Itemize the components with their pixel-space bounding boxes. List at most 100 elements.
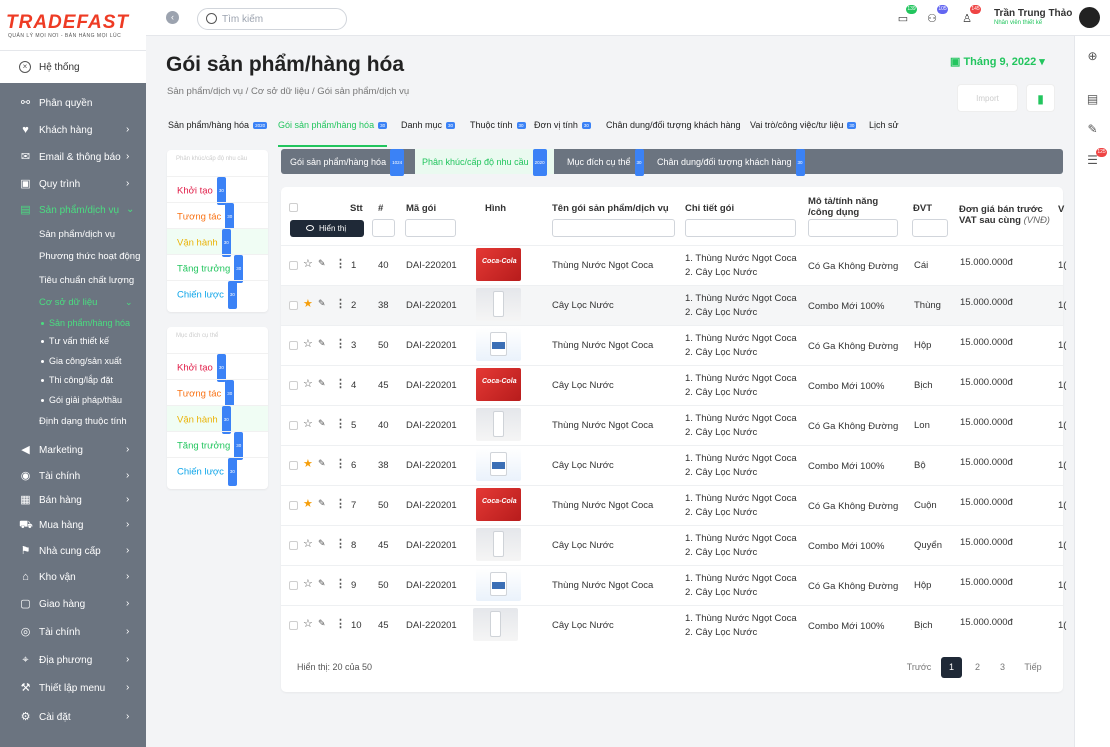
star-icon[interactable]: ☆ [303,537,313,550]
subtab-3[interactable]: Mục đích cụ thể 30 [567,149,644,176]
filter-detail[interactable] [685,219,796,237]
sidebar-item-warehouse[interactable]: ⌂ Kho vận › [0,568,146,588]
back-button[interactable]: ‹ [166,11,179,24]
import-button[interactable]: Import [957,84,1018,112]
sidebar-subitem-operations[interactable]: Phương thức hoạt động [39,251,140,262]
filter-num[interactable] [372,219,395,237]
prev-page-button[interactable]: Trước [903,657,935,678]
star-icon[interactable]: ☆ [303,377,313,390]
more-vertical-icon[interactable]: ⋮ [335,257,346,270]
tab-3[interactable]: Danh mục 30 [401,120,456,130]
panel-item-5[interactable]: Chiến lược 30 [167,280,268,309]
logo[interactable]: TRADEFAST QUẢN LÝ MỌI NƠI - BÁN HÀNG MỌI… [0,0,146,50]
filter-desc[interactable] [808,219,898,237]
show-columns-button[interactable]: Hiển thị [290,220,364,237]
filter-code[interactable] [405,219,456,237]
table-row[interactable] [281,405,1063,445]
edit-icon[interactable]: ✎ [318,498,326,509]
sidebar-db-item-installation[interactable]: Thi công/lắp đặt [41,375,113,385]
chat-icon[interactable]: ▭ [896,13,910,25]
tab-6[interactable]: Chân dung/đối tượng khách hàng [606,120,741,130]
panel-item-3[interactable]: Vận hành 30 [167,405,268,434]
group-icon[interactable]: ⚇ [925,13,939,25]
sidebar-item-cart[interactable]: ⛟ Mua hàng › [0,516,146,536]
select-all-checkbox[interactable] [289,203,298,212]
avatar[interactable] [1079,7,1100,28]
sidebar-item-process[interactable]: ▣ Quy trình › [0,175,146,195]
row-checkbox[interactable] [289,541,298,550]
edit-icon[interactable]: ✎ [318,418,326,429]
tab-5[interactable]: Đơn vị tính 30 [534,120,591,130]
edit-icon[interactable]: ✎ [318,298,326,309]
star-icon[interactable]: ☆ [303,617,313,630]
edit-document-icon[interactable]: ✎ [1086,123,1099,136]
sidebar-item-mail[interactable]: ✉ Email & thông báo › [0,148,146,168]
more-vertical-icon[interactable]: ⋮ [335,577,346,590]
sidebar-item-settings[interactable]: ⚙ Cài đặt › [0,708,146,728]
sidebar-db-item-manufacturing[interactable]: Gia công/sản xuất [41,356,122,366]
row-checkbox[interactable] [289,421,298,430]
more-vertical-icon[interactable]: ⋮ [335,297,346,310]
filter-unit[interactable] [912,219,948,237]
edit-icon[interactable]: ✎ [318,458,326,469]
more-vertical-icon[interactable]: ⋮ [335,497,346,510]
panel-item-5[interactable]: Chiến lược 30 [167,457,268,486]
row-checkbox[interactable] [289,621,298,630]
row-checkbox[interactable] [289,501,298,510]
sidebar-db-item-design[interactable]: Tư vấn thiết kế [41,336,109,346]
page-1-button[interactable]: 1 [941,657,962,678]
add-circle-icon[interactable]: ⊕ [1086,50,1099,63]
edit-icon[interactable]: ✎ [318,538,326,549]
table-row[interactable] [281,525,1063,565]
star-icon[interactable]: ☆ [303,257,313,270]
page-3-button[interactable]: 3 [992,657,1013,678]
sidebar-subitem-products[interactable]: Sản phẩm/dịch vụ [39,229,115,240]
sidebar-item-system[interactable]: × Hệ thống [0,50,146,83]
tab-7[interactable]: Vai trò/công việc/tư liệu 30 [750,120,857,130]
edit-icon[interactable]: ✎ [318,378,326,389]
page-2-button[interactable]: 2 [967,657,988,678]
panel-item-1[interactable]: Khởi tạo 30 [167,176,268,205]
table-row[interactable] [281,605,1063,645]
panel-item-4[interactable]: Tăng trưởng 30 [167,431,268,460]
sidebar-item-supplier[interactable]: ⚑ Nhà cung cấp › [0,542,146,562]
star-icon[interactable]: ☆ [303,337,313,350]
panel-item-1[interactable]: Khởi tạo 30 [167,353,268,382]
sidebar-db-item-products[interactable]: Sản phẩm/hàng hóa [41,318,130,328]
star-icon[interactable]: ☆ [303,577,313,590]
row-checkbox[interactable] [289,341,298,350]
panel-item-4[interactable]: Tăng trưởng 30 [167,254,268,283]
sidebar-item-wrench[interactable]: ⚒ Thiết lập menu › [0,679,146,699]
tab-1[interactable]: Sản phẩm/hàng hóa 2020 [168,120,268,130]
edit-icon[interactable]: ✎ [318,338,326,349]
sidebar-db-item-solutions[interactable]: Gói giải pháp/thầu [41,395,122,405]
breadcrumb[interactable]: Sản phẩm/dịch vụ / Cơ sở dữ liệu / Gói s… [167,86,409,97]
sidebar-item-megaphone[interactable]: ◀ Marketing › [0,441,146,461]
month-selector[interactable]: ▣ Tháng 9, 2022 ▾ [950,55,1045,68]
tab-4[interactable]: Thuộc tính 30 [470,120,526,130]
sidebar-item-product[interactable]: ▤ Sản phẩm/dịch vụ ⌄ [0,201,146,221]
sidebar-subitem-attribute-format[interactable]: Định dạng thuộc tính [39,416,127,427]
subtab-1[interactable]: Gói sản phẩm/hàng hóa 1024 [290,149,405,176]
table-row[interactable] [281,325,1063,365]
sidebar-item-money[interactable]: ◎ Tài chính › [0,623,146,643]
table-row[interactable] [281,285,1063,325]
row-checkbox[interactable] [289,261,298,270]
document-icon[interactable]: ▤ [1086,93,1099,106]
table-row[interactable] [281,445,1063,485]
sidebar-item-permission[interactable]: ⚯ Phân quyền [0,94,146,114]
star-icon[interactable]: ★ [303,497,313,510]
more-vertical-icon[interactable]: ⋮ [335,537,346,550]
tab-2[interactable]: Gói sản phẩm/hàng hóa 30 [278,120,388,130]
table-row[interactable] [281,565,1063,605]
table-row[interactable] [281,485,1063,525]
star-icon[interactable]: ★ [303,457,313,470]
sidebar-subitem-quality[interactable]: Tiêu chuẩn chất lượng [39,275,134,286]
tab-8[interactable]: Lịch sử [869,120,899,130]
more-vertical-icon[interactable]: ⋮ [335,617,346,630]
next-page-button[interactable]: Tiếp [1018,657,1048,678]
star-icon[interactable]: ★ [303,297,313,310]
search-input[interactable] [222,12,337,26]
panel-item-2[interactable]: Tương tác 30 [167,202,268,231]
alert-icon[interactable]: ♙ [960,13,974,25]
